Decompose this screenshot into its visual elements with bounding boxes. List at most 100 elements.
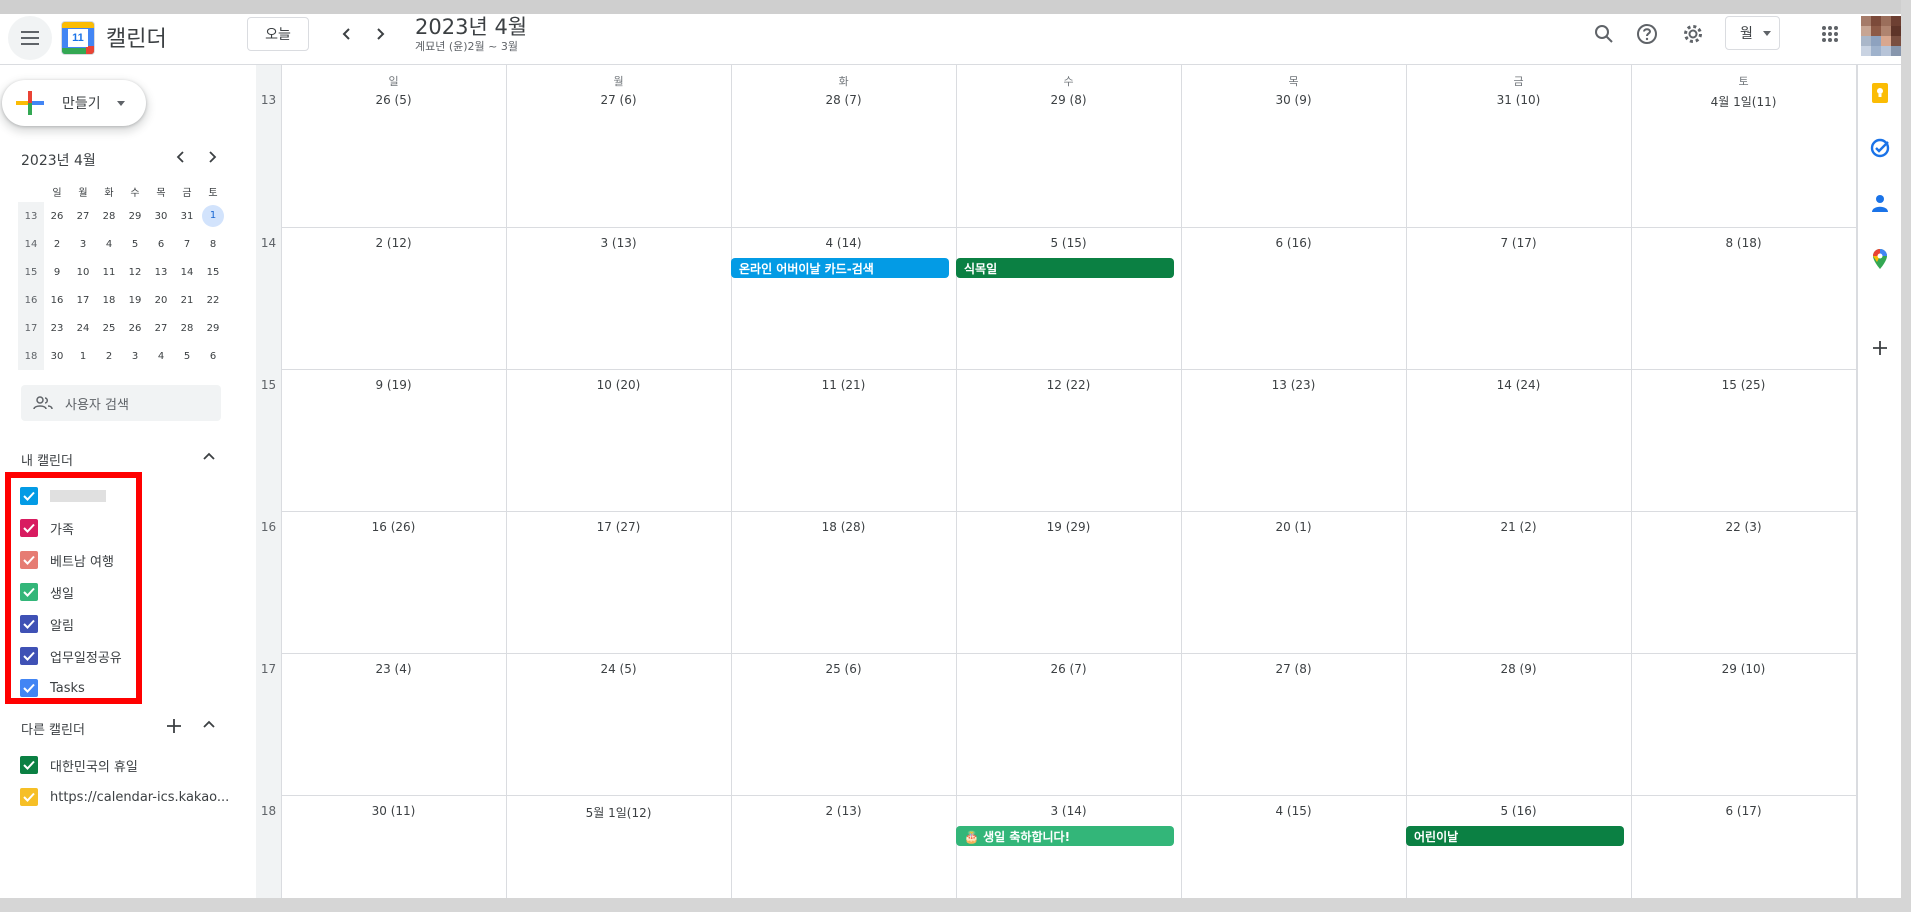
mini-week-number[interactable]: 17: [18, 314, 44, 342]
mini-day[interactable]: 18: [96, 286, 122, 314]
apps-button[interactable]: [1815, 19, 1845, 49]
day-number[interactable]: 8 (18): [1631, 236, 1856, 250]
settings-button[interactable]: [1678, 19, 1708, 49]
mini-day[interactable]: 11: [96, 258, 122, 286]
checkbox-checked-icon[interactable]: [20, 788, 38, 806]
keep-button[interactable]: [1868, 81, 1892, 105]
day-number[interactable]: 28 (9): [1406, 662, 1631, 676]
day-number[interactable]: 20 (1): [1181, 520, 1406, 534]
mini-day[interactable]: 5: [174, 342, 200, 370]
day-number[interactable]: 31 (10): [1406, 93, 1631, 107]
mini-day[interactable]: 23: [44, 314, 70, 342]
mini-day[interactable]: 12: [122, 258, 148, 286]
mini-week-number[interactable]: 13: [18, 202, 44, 230]
day-number[interactable]: 11 (21): [731, 378, 956, 392]
mini-day[interactable]: 4: [96, 230, 122, 258]
day-number[interactable]: 13 (23): [1181, 378, 1406, 392]
mini-day[interactable]: 19: [122, 286, 148, 314]
day-number[interactable]: 19 (29): [956, 520, 1181, 534]
week-number[interactable]: 14: [256, 236, 281, 250]
day-number[interactable]: 24 (5): [506, 662, 731, 676]
day-number[interactable]: 7 (17): [1406, 236, 1631, 250]
mini-day[interactable]: 26: [44, 202, 70, 230]
day-number[interactable]: 5월 1일(12): [506, 804, 731, 821]
search-button[interactable]: [1589, 19, 1619, 49]
mini-day[interactable]: 16: [44, 286, 70, 314]
day-number[interactable]: 12 (22): [956, 378, 1181, 392]
day-number[interactable]: 6 (16): [1181, 236, 1406, 250]
week-number[interactable]: 17: [256, 662, 281, 676]
mini-day[interactable]: 21: [174, 286, 200, 314]
day-number[interactable]: 22 (3): [1631, 520, 1856, 534]
get-addons-button[interactable]: [1868, 336, 1892, 360]
mini-day[interactable]: 8: [200, 230, 226, 258]
mini-day[interactable]: 14: [174, 258, 200, 286]
help-button[interactable]: [1632, 19, 1662, 49]
mini-day[interactable]: 10: [70, 258, 96, 286]
day-number[interactable]: 4월 1일(11): [1631, 93, 1856, 110]
day-number[interactable]: 26 (5): [281, 93, 506, 107]
mini-day[interactable]: 28: [174, 314, 200, 342]
mini-day[interactable]: 3: [70, 230, 96, 258]
day-number[interactable]: 4 (14): [731, 236, 956, 250]
day-number[interactable]: 23 (4): [281, 662, 506, 676]
day-number[interactable]: 14 (24): [1406, 378, 1631, 392]
main-menu-button[interactable]: [8, 16, 52, 60]
mini-week-number[interactable]: 14: [18, 230, 44, 258]
day-number[interactable]: 9 (19): [281, 378, 506, 392]
day-number[interactable]: 2 (13): [731, 804, 956, 818]
mini-day[interactable]: 27: [70, 202, 96, 230]
event-chip[interactable]: 어린이날: [1406, 826, 1624, 846]
mini-day[interactable]: 29: [200, 314, 226, 342]
mini-day[interactable]: 26: [122, 314, 148, 342]
mini-prev-button[interactable]: [174, 149, 188, 168]
mini-day[interactable]: 24: [70, 314, 96, 342]
mini-day[interactable]: 15: [200, 258, 226, 286]
checkbox-checked-icon[interactable]: [20, 756, 38, 774]
mini-day[interactable]: 30: [44, 342, 70, 370]
week-number[interactable]: 16: [256, 520, 281, 534]
mini-day[interactable]: 17: [70, 286, 96, 314]
day-number[interactable]: 5 (15): [956, 236, 1181, 250]
week-number[interactable]: 18: [256, 804, 281, 818]
maps-button[interactable]: [1868, 247, 1892, 271]
mini-day-selected[interactable]: 1: [200, 202, 226, 230]
calendar-logo[interactable]: 11: [61, 21, 95, 55]
other-calendars-collapse-button[interactable]: [202, 717, 216, 735]
mini-day[interactable]: 29: [122, 202, 148, 230]
prev-period-button[interactable]: [333, 20, 361, 48]
day-number[interactable]: 30 (11): [281, 804, 506, 818]
my-calendars-title[interactable]: 내 캘린더: [21, 450, 73, 469]
day-number[interactable]: 4 (15): [1181, 804, 1406, 818]
mini-day[interactable]: 2: [44, 230, 70, 258]
day-number[interactable]: 28 (7): [731, 93, 956, 107]
event-chip[interactable]: 온라인 어버이날 카드-검색: [731, 258, 949, 278]
day-number[interactable]: 10 (20): [506, 378, 731, 392]
mini-next-button[interactable]: [205, 149, 219, 168]
event-chip[interactable]: 식목일: [956, 258, 1174, 278]
day-number[interactable]: 18 (28): [731, 520, 956, 534]
day-number[interactable]: 29 (10): [1631, 662, 1856, 676]
day-number[interactable]: 27 (8): [1181, 662, 1406, 676]
day-number[interactable]: 3 (13): [506, 236, 731, 250]
my-calendars-collapse-button[interactable]: [202, 449, 216, 467]
day-number[interactable]: 6 (17): [1631, 804, 1856, 818]
other-calendars-title[interactable]: 다른 캘린더: [21, 719, 85, 738]
mini-day[interactable]: 7: [174, 230, 200, 258]
contacts-button[interactable]: [1868, 191, 1892, 215]
day-number[interactable]: 2 (12): [281, 236, 506, 250]
mini-day[interactable]: 3: [122, 342, 148, 370]
create-button[interactable]: 만들기: [2, 80, 146, 126]
day-number[interactable]: 3 (14): [956, 804, 1181, 818]
view-selector[interactable]: 월: [1725, 16, 1780, 50]
day-number[interactable]: 16 (26): [281, 520, 506, 534]
account-avatar[interactable]: [1861, 16, 1901, 56]
day-number[interactable]: 15 (25): [1631, 378, 1856, 392]
mini-day[interactable]: 28: [96, 202, 122, 230]
next-period-button[interactable]: [366, 20, 394, 48]
today-button[interactable]: 오늘: [247, 17, 309, 51]
event-chip[interactable]: 🎂 생일 축하합니다!: [956, 826, 1174, 846]
mini-day[interactable]: 6: [148, 230, 174, 258]
day-number[interactable]: 26 (7): [956, 662, 1181, 676]
mini-day[interactable]: 1: [70, 342, 96, 370]
